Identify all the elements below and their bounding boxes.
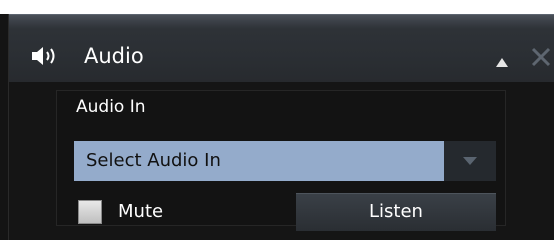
collapse-icon[interactable]	[495, 53, 509, 67]
listen-button[interactable]: Listen	[296, 193, 496, 231]
audio-in-selected-value[interactable]: Select Audio In	[74, 141, 444, 181]
window-top-gap	[0, 0, 554, 14]
audio-in-select[interactable]: Select Audio In	[74, 141, 496, 181]
panel-header[interactable]: Audio	[9, 14, 554, 82]
dropdown-button[interactable]	[444, 141, 496, 181]
mute-label: Mute	[118, 201, 164, 222]
close-icon[interactable]	[530, 46, 552, 68]
panel-title: Audio	[84, 44, 144, 68]
speaker-icon	[31, 45, 61, 67]
audio-in-label: Audio In	[76, 97, 146, 117]
mute-checkbox[interactable]	[78, 200, 102, 224]
